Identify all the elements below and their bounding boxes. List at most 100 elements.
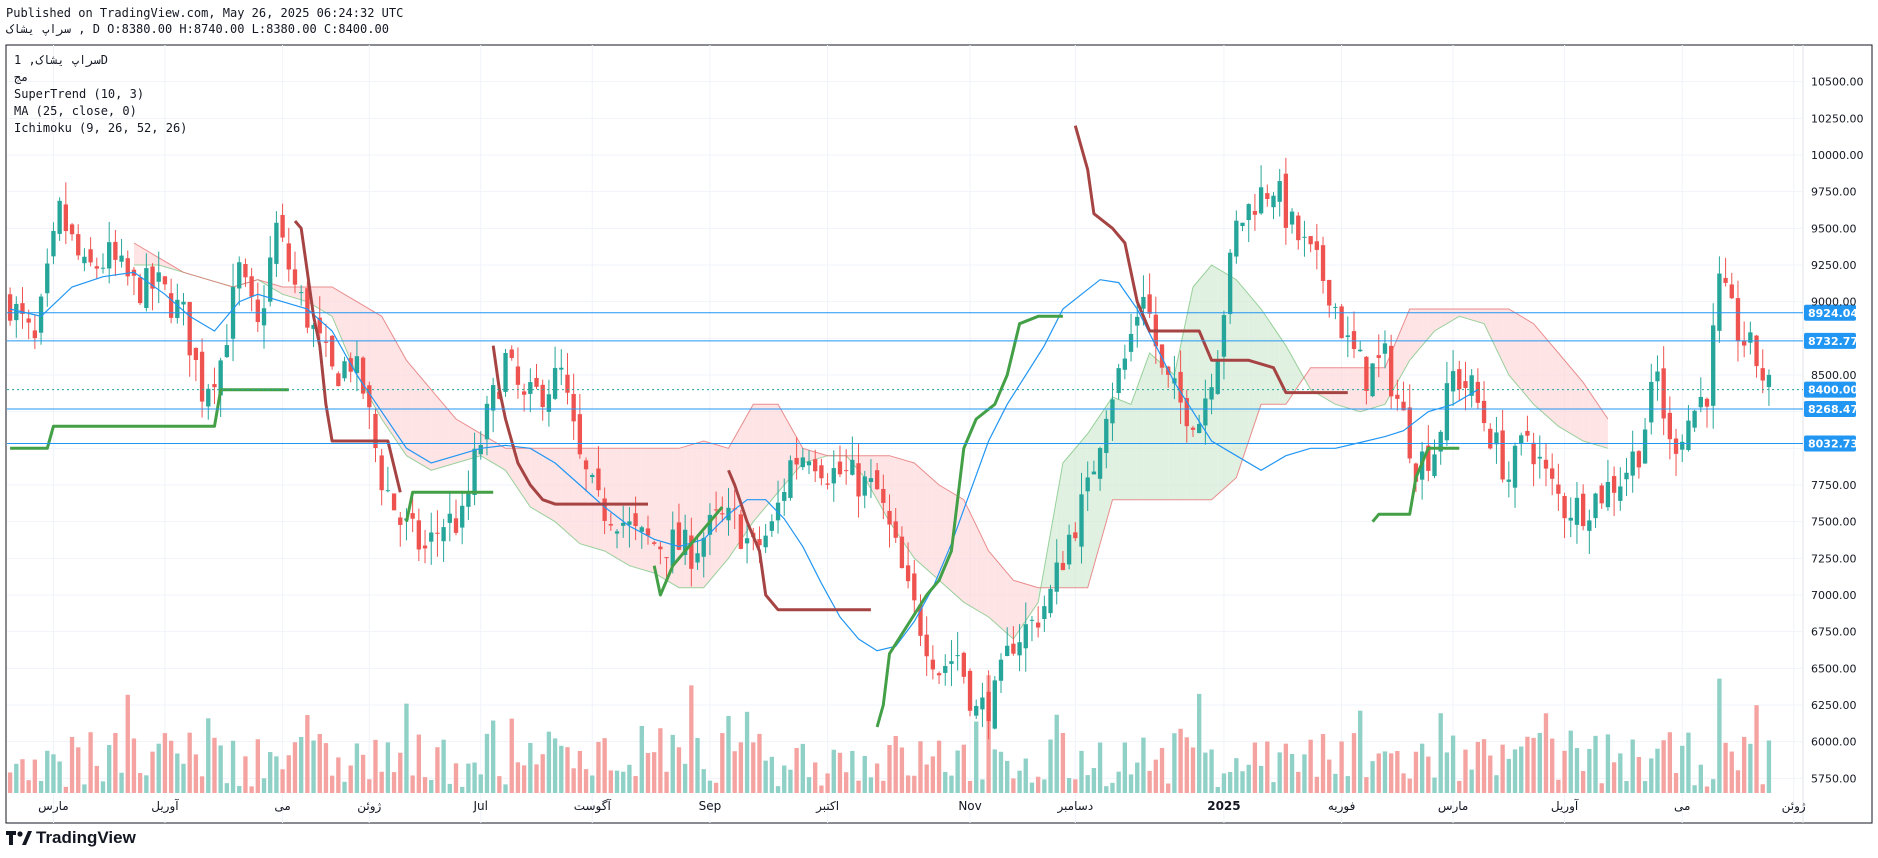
candle-body	[1488, 428, 1493, 449]
volume-bar	[435, 747, 440, 793]
candle-body	[664, 557, 669, 559]
y-tick-label: 9250.00	[1811, 259, 1857, 272]
volume-bar	[1475, 741, 1481, 793]
volume-bar	[1506, 758, 1511, 793]
tradingview-logo[interactable]: TradingView	[6, 828, 136, 848]
cloud-segment	[1508, 309, 1516, 383]
volume-bar	[1729, 751, 1734, 793]
candle-body	[893, 521, 898, 538]
volume-bar	[113, 732, 118, 793]
volume-bar	[193, 754, 199, 793]
volume-bar	[590, 775, 595, 793]
candle-body	[76, 234, 81, 256]
candle-body	[1630, 451, 1635, 476]
volume-bar	[664, 771, 669, 793]
volume-bar	[1741, 736, 1747, 793]
symbol-title[interactable]: سراپ یشاک, 1D	[14, 52, 187, 69]
volume-bar	[1624, 781, 1629, 793]
level-label: 8032.73	[1808, 438, 1858, 451]
candle-body	[1711, 325, 1716, 406]
volume-bar	[509, 718, 514, 793]
x-axis: مارس آوریل می ژوئن Jul آگوست Sep اکتبر Nov دسامبر…	[38, 798, 1806, 814]
candle-body	[924, 634, 929, 657]
volume-bar	[490, 720, 496, 793]
candle-body	[1333, 306, 1338, 308]
candle-body	[1766, 374, 1772, 388]
volume-bar	[1611, 762, 1617, 793]
volume-bar	[323, 743, 329, 793]
price-chart[interactable]: 8924.048732.778268.478032.738400.0010500…	[0, 0, 1878, 858]
cloud-segment	[1539, 331, 1546, 416]
volume-bar	[757, 733, 762, 793]
candle-body	[998, 659, 1004, 681]
ichimoku-legend[interactable]: Ichimoku (9, 26, 52, 26)	[14, 120, 187, 137]
volume-bar	[125, 694, 130, 793]
candle-body	[292, 269, 298, 285]
volume-bar	[1419, 743, 1425, 793]
volume-bar	[1717, 678, 1722, 793]
candle-body	[639, 527, 644, 532]
volume-bar	[1035, 776, 1041, 793]
volume-bar	[1395, 750, 1400, 793]
supertrend-legend[interactable]: SuperTrend (10, 3)	[14, 86, 187, 103]
volume-bar	[1642, 781, 1648, 793]
volume-bar	[1153, 759, 1158, 793]
candle-body	[744, 538, 750, 544]
candle-body	[268, 257, 273, 302]
volume-bar	[571, 768, 576, 793]
candle-body	[199, 351, 205, 402]
volume-bar	[1537, 732, 1542, 793]
cloud-segment	[1279, 336, 1286, 405]
volume-bar	[1673, 773, 1679, 793]
cloud-segment	[976, 525, 983, 614]
candle-body	[1395, 394, 1400, 399]
volume-bar	[1494, 775, 1499, 793]
candle-body	[1475, 381, 1481, 403]
volume-bar	[930, 756, 936, 793]
candle-body	[429, 532, 434, 542]
cloud-segment	[1564, 360, 1571, 434]
candle-body	[1618, 486, 1623, 501]
volume-bar	[218, 745, 223, 793]
volume-bar	[1073, 779, 1078, 793]
volume-bar	[1587, 748, 1592, 793]
volume-bar	[670, 734, 675, 793]
chart-legend: سراپ یشاک, 1D مج SuperTrend (10, 3) MA (…	[14, 52, 187, 137]
volume-bar	[1246, 764, 1251, 793]
volume-bar	[621, 771, 626, 793]
cloud-segment	[1570, 367, 1577, 438]
volume-bar	[800, 743, 805, 793]
volume-bar	[261, 778, 267, 793]
candle-body	[422, 545, 428, 549]
candle-body	[26, 318, 31, 323]
volume-bar	[713, 782, 719, 793]
candle-body	[1370, 363, 1375, 397]
candle-body	[825, 483, 830, 485]
candle-body	[1760, 368, 1765, 381]
volume-bar	[1593, 735, 1598, 793]
candle-body	[1605, 482, 1611, 508]
volume-bar	[168, 740, 174, 793]
volume-bar	[868, 777, 874, 793]
ma-legend[interactable]: MA (25, close, 0)	[14, 103, 187, 120]
y-tick-label: 6250.00	[1811, 699, 1857, 712]
candle-body	[1376, 355, 1381, 358]
x-tick-label: Jul	[473, 799, 488, 813]
volume-bar	[1209, 749, 1214, 793]
candle-body	[1358, 349, 1363, 352]
volume-bar	[32, 759, 38, 793]
x-tick-label: مارس	[38, 799, 69, 814]
ohlc-readout: سراپ یشاک , D O:8380.00 H:8740.00 L:8380…	[6, 22, 389, 36]
candle-body	[806, 461, 812, 466]
candle-body	[1017, 642, 1022, 656]
candle-body	[1661, 368, 1666, 419]
candle-body	[274, 222, 279, 264]
volume-bar	[1748, 743, 1753, 793]
cloud-segment	[381, 316, 388, 429]
volume-bar	[206, 718, 211, 793]
candle-body	[1481, 400, 1487, 424]
cloud-segment	[418, 375, 426, 467]
candle-body	[1556, 484, 1561, 494]
candle-body	[1512, 445, 1518, 488]
candle-body	[1097, 448, 1103, 479]
